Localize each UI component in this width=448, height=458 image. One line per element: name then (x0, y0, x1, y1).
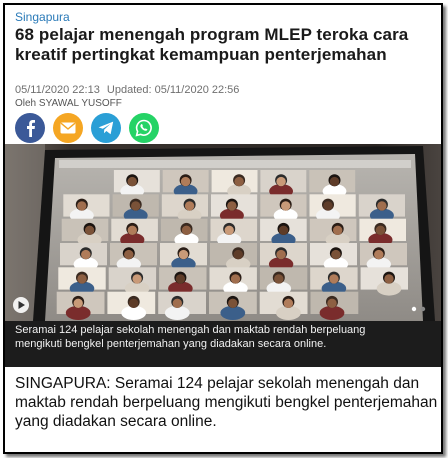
updated-date: Updated: 05/11/2020 22:56 (106, 84, 240, 96)
article-dates: 05/11/2020 22:13 Updated: 05/11/2020 22:… (15, 84, 239, 97)
laptop-video-call-image (5, 144, 441, 321)
telegram-icon (98, 121, 114, 135)
article-photo[interactable] (5, 144, 441, 321)
photo-caption-bar: Seramai 124 pelajar sekolah menengah dan… (5, 321, 441, 367)
whatsapp-share-button[interactable] (129, 113, 159, 143)
telegram-share-button[interactable] (91, 113, 121, 143)
email-share-button[interactable] (53, 113, 83, 143)
whatsapp-icon (135, 119, 152, 137)
article-headline: 68 pelajar menengah program MLEP teroka … (15, 25, 409, 64)
article-card: Singapura 68 pelajar menengah program ML… (3, 3, 443, 454)
published-date: 05/11/2020 22:13 (15, 84, 100, 96)
share-buttons (15, 113, 159, 143)
facebook-icon (27, 120, 35, 137)
section-label[interactable]: Singapura (15, 10, 70, 24)
author-byline: Oleh SYAWAL YUSOFF (15, 98, 122, 109)
email-icon (60, 122, 76, 134)
article-lead-paragraph: SINGAPURA: Seramai 124 pelajar sekolah m… (15, 375, 438, 430)
facebook-share-button[interactable] (15, 113, 45, 143)
photo-caption: Seramai 124 pelajar sekolah menengah dan… (15, 324, 366, 350)
